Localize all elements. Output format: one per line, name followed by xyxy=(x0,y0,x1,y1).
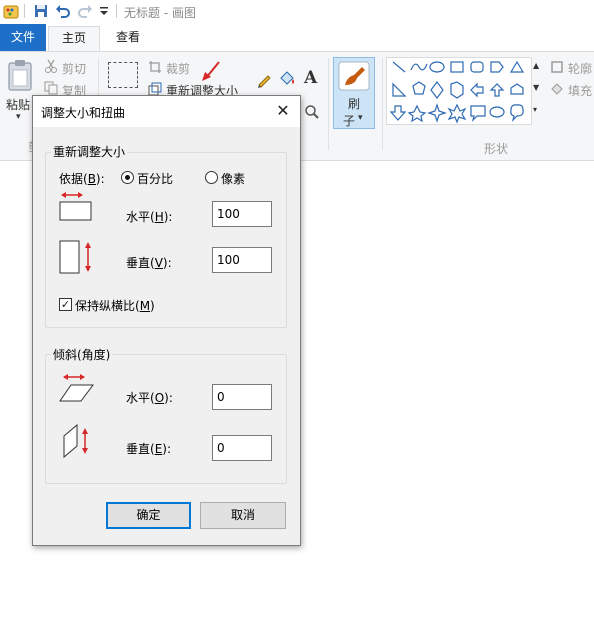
resize-horizontal-label: 水平(H): xyxy=(126,210,173,224)
paint-app-icon[interactable] xyxy=(2,3,20,21)
pixels-radio[interactable] xyxy=(205,171,218,184)
brushes-label: 刷 xyxy=(348,97,361,111)
text-tool-icon[interactable]: A xyxy=(304,68,317,88)
resize-group-label: 重新调整大小 xyxy=(51,143,128,160)
magnifier-icon[interactable] xyxy=(304,104,320,120)
group-divider xyxy=(328,58,329,150)
tab-home[interactable]: 主页 xyxy=(48,26,100,51)
window-title: 无标题 - 画图 xyxy=(124,6,196,20)
gallery-down-icon[interactable]: ▼ xyxy=(533,83,539,92)
redo-icon[interactable] xyxy=(77,3,93,19)
copy-icon xyxy=(44,81,58,95)
pixels-label[interactable]: 像素 xyxy=(221,170,245,187)
crop-button[interactable]: 裁剪 xyxy=(166,60,190,77)
cancel-button[interactable]: 取消 xyxy=(200,502,286,529)
resize-vertical-icon xyxy=(59,240,91,274)
brushes-button[interactable]: 刷 子 ▾ xyxy=(333,57,375,129)
keep-aspect-ratio-checkbox[interactable]: ✓ xyxy=(59,298,72,311)
shape-outline-button[interactable]: 轮廓 xyxy=(568,60,592,77)
fill-icon xyxy=(551,83,563,95)
outline-icon xyxy=(551,61,563,73)
tab-file[interactable]: 文件 xyxy=(0,24,46,51)
divider xyxy=(24,4,25,18)
dialog-title: 调整大小和扭曲 xyxy=(41,106,126,120)
fill-bucket-icon[interactable] xyxy=(278,70,296,88)
clipboard-icon[interactable] xyxy=(6,58,34,92)
ribbon-tabs: 文件 主页 查看 xyxy=(0,24,594,51)
skew-vertical-label: 垂直(E): xyxy=(126,442,172,456)
crop-icon xyxy=(149,61,161,73)
percentage-radio[interactable] xyxy=(121,171,134,184)
shapes-group-label: 形状 xyxy=(484,142,509,156)
percentage-label[interactable]: 百分比 xyxy=(137,170,173,187)
skew-vertical-input[interactable] xyxy=(212,435,272,461)
resize-vertical-input[interactable] xyxy=(212,247,272,273)
brushes-dropdown-icon: ▾ xyxy=(358,113,363,123)
paste-dropdown-icon[interactable]: ▾ xyxy=(16,112,21,122)
brushes-label-2: 子 xyxy=(343,114,356,128)
resize-skew-dialog: 调整大小和扭曲 ✕ 重新调整大小 依据(B): 百分比 像素 水平(H): 垂直… xyxy=(32,95,301,546)
undo-icon[interactable] xyxy=(55,3,71,19)
customize-toolbar-icon[interactable] xyxy=(98,3,110,19)
resize-icon xyxy=(148,82,162,96)
tab-view[interactable]: 查看 xyxy=(104,26,152,51)
resize-vertical-label: 垂直(V): xyxy=(126,256,172,270)
gallery-up-icon[interactable]: ▲ xyxy=(533,61,539,70)
ok-button[interactable]: 确定 xyxy=(106,502,191,529)
shapes-gallery-icons xyxy=(389,60,525,124)
gallery-scrollbar[interactable]: ▲ ▼ ▾ xyxy=(531,57,542,125)
skew-horizontal-input[interactable] xyxy=(212,384,272,410)
pencil-icon[interactable] xyxy=(256,72,272,88)
select-tool-icon[interactable] xyxy=(108,62,138,88)
scissors-icon xyxy=(45,59,57,73)
paste-button[interactable]: 粘贴 xyxy=(6,96,30,113)
skew-horizontal-icon xyxy=(59,374,94,402)
shapes-gallery[interactable] xyxy=(386,57,542,125)
shape-fill-button[interactable]: 填充 xyxy=(568,82,592,99)
skew-group-label: 倾斜(角度) xyxy=(51,346,113,363)
divider xyxy=(116,4,117,18)
group-divider xyxy=(382,58,383,150)
skew-horizontal-label: 水平(O): xyxy=(126,391,173,405)
brush-icon xyxy=(338,61,370,91)
red-arrow-annotation-icon xyxy=(202,61,220,81)
dialog-title-bar[interactable]: 调整大小和扭曲 ✕ xyxy=(33,96,300,127)
gallery-expand-icon[interactable]: ▾ xyxy=(533,105,537,114)
by-label: 依据(B): xyxy=(59,172,105,186)
resize-horizontal-icon xyxy=(59,192,92,221)
skew-vertical-icon xyxy=(63,423,88,459)
save-icon[interactable] xyxy=(33,3,49,19)
close-icon[interactable]: ✕ xyxy=(272,101,294,121)
keep-aspect-ratio-label[interactable]: 保持纵横比(M) xyxy=(75,297,155,314)
title-bar: 无标题 - 画图 xyxy=(0,0,594,24)
resize-horizontal-input[interactable] xyxy=(212,201,272,227)
cut-button[interactable]: 剪切 xyxy=(62,60,86,77)
